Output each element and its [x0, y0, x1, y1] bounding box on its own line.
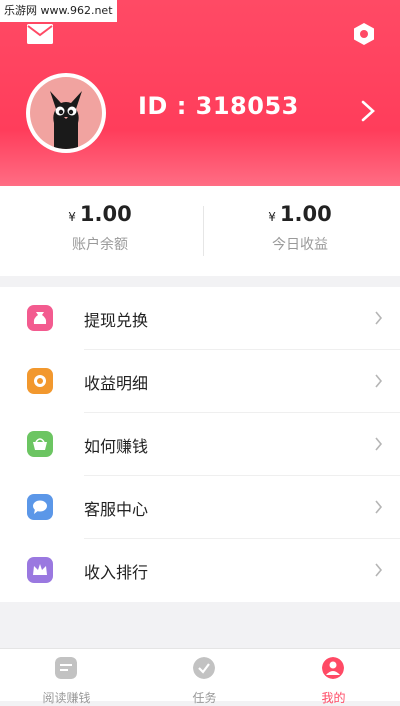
basket-icon: [27, 431, 53, 457]
mail-icon[interactable]: [27, 24, 53, 44]
earnings-summary: ¥1.00 账户余额 ¥1.00 今日收益: [0, 186, 400, 276]
tab-label: 任务: [192, 691, 217, 705]
balance-label: 账户余额: [72, 237, 128, 253]
menu-item-earnings-details[interactable]: 收益明细: [0, 350, 400, 413]
cat-avatar-image: [30, 77, 102, 149]
tab-label: 阅读赚钱: [42, 691, 91, 705]
menu-item-customer-service[interactable]: 客服中心: [0, 476, 400, 539]
bottom-tab-bar: 阅读赚钱 任务 我的: [0, 648, 400, 705]
watermark: 乐游网 www.962.net: [0, 0, 117, 22]
divider: [203, 206, 204, 256]
menu-label: 如何赚钱: [84, 437, 149, 456]
tab-mine[interactable]: 我的: [267, 649, 400, 705]
settings-icon[interactable]: [352, 22, 376, 46]
menu-list: 提现兑换 收益明细 如何赚钱 客服中心 收入排行: [0, 287, 400, 602]
menu-label: 收益明细: [84, 374, 149, 393]
profile-header: ID : 318053: [0, 0, 400, 186]
tab-label: 我的: [321, 691, 346, 705]
avatar[interactable]: [26, 73, 106, 153]
article-icon: [55, 657, 77, 679]
tab-read-earn[interactable]: 阅读赚钱: [0, 649, 133, 705]
user-id: ID : 318053: [138, 92, 299, 120]
chevron-right-icon: [375, 500, 383, 514]
menu-item-withdraw[interactable]: 提现兑换: [0, 287, 400, 350]
chevron-right-icon: [375, 563, 383, 577]
profile-icon: [322, 657, 344, 679]
menu-item-income-ranking[interactable]: 收入排行: [0, 539, 400, 602]
balance-value: ¥1.00: [68, 202, 132, 226]
menu-item-how-to-earn[interactable]: 如何赚钱: [0, 413, 400, 476]
check-circle-icon: [193, 657, 215, 679]
today-earnings[interactable]: ¥1.00 今日收益: [200, 186, 400, 276]
chevron-right-icon: [375, 437, 383, 451]
money-bag-icon: [27, 305, 53, 331]
crown-icon: [27, 557, 53, 583]
chat-icon: [27, 494, 53, 520]
chevron-right-icon[interactable]: [360, 100, 376, 122]
today-earnings-value: ¥1.00: [268, 202, 332, 226]
menu-label: 提现兑换: [84, 311, 149, 330]
menu-label: 客服中心: [84, 500, 149, 519]
menu-label: 收入排行: [84, 563, 149, 582]
tab-tasks[interactable]: 任务: [138, 649, 271, 705]
coin-icon: [27, 368, 53, 394]
today-earnings-label: 今日收益: [272, 237, 328, 253]
account-balance[interactable]: ¥1.00 账户余额: [0, 186, 200, 276]
chevron-right-icon: [375, 374, 383, 388]
chevron-right-icon: [375, 311, 383, 325]
